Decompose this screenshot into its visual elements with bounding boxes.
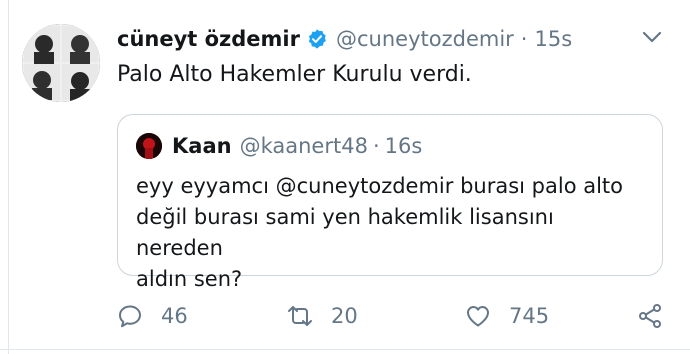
like-count: 745 xyxy=(509,304,550,328)
quoted-tweet[interactable]: Kaan @kaanert48 · 16s eyy eyyamcı @cuney… xyxy=(117,114,663,291)
tweet-text: Palo Alto Hakemler Kurulu verdi. xyxy=(117,62,472,87)
verified-badge-icon xyxy=(308,29,326,49)
divider-left xyxy=(8,0,9,354)
retweet-icon xyxy=(288,306,312,326)
quoted-text-line: değil burası sami yen hakemlik lisansını… xyxy=(136,205,554,260)
quoted-text-line: aldın sen? xyxy=(136,267,243,291)
reply-icon xyxy=(119,305,141,328)
retweet-count: 20 xyxy=(331,304,358,328)
user-handle[interactable]: @cuneytozdemir xyxy=(336,27,514,51)
retweet-button[interactable]: 20 xyxy=(287,298,358,334)
quoted-timestamp[interactable]: 16s xyxy=(385,134,423,158)
share-icon xyxy=(639,304,661,328)
heart-icon xyxy=(467,306,489,327)
timestamp[interactable]: 15s xyxy=(534,27,572,51)
quoted-handle[interactable]: @kaanert48 xyxy=(240,134,368,158)
divider-bottom xyxy=(0,349,690,350)
reply-button[interactable]: 46 xyxy=(117,298,188,334)
chevron-down-icon[interactable] xyxy=(642,30,662,44)
like-button[interactable]: 745 xyxy=(465,298,549,334)
quoted-display-name[interactable]: Kaan xyxy=(172,134,232,158)
quoted-header: Kaan @kaanert48 · 16s xyxy=(172,129,422,163)
tweet-header: cüneyt özdemir @cuneytozdemir · 15s xyxy=(117,22,572,56)
avatar[interactable] xyxy=(22,24,100,102)
quoted-separator: · xyxy=(372,134,380,158)
tweet-card[interactable]: cüneyt özdemir @cuneytozdemir · 15s Palo… xyxy=(0,0,690,354)
action-bar: 46 20 745 xyxy=(117,298,677,334)
reply-count: 46 xyxy=(161,304,188,328)
quoted-avatar[interactable] xyxy=(136,133,162,159)
share-button[interactable] xyxy=(637,298,663,334)
separator: · xyxy=(520,27,528,51)
quoted-text-line: eyy eyyamcı @cuneytozdemir burası palo a… xyxy=(136,174,624,198)
display-name[interactable]: cüneyt özdemir xyxy=(117,27,300,51)
quoted-text: eyy eyyamcı @cuneytozdemir burası palo a… xyxy=(136,171,646,295)
